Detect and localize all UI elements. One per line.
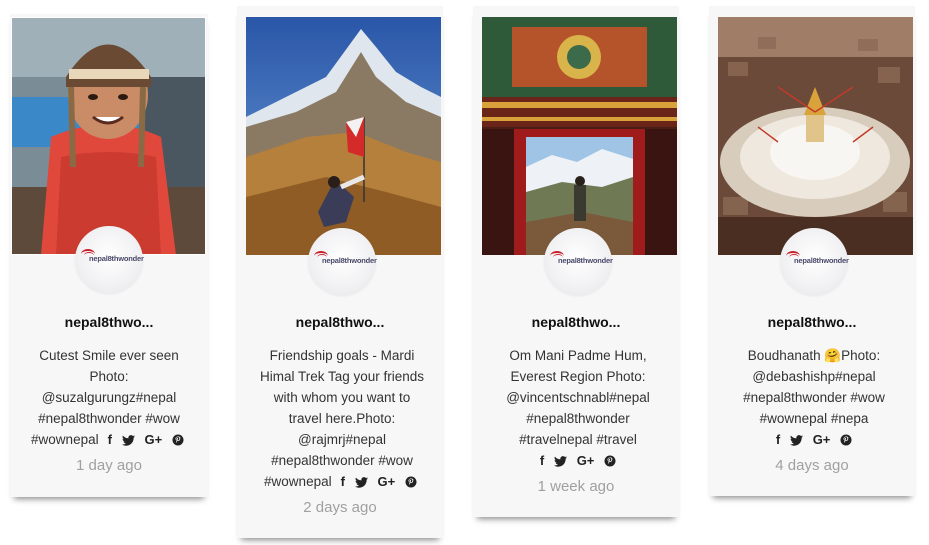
post-caption: Om Mani Padme Hum, Everest Region Photo:… [485, 345, 671, 471]
twitter-icon[interactable] [553, 450, 567, 471]
google-plus-icon[interactable]: G+ [813, 429, 831, 450]
pinterest-icon[interactable] [405, 471, 417, 492]
post-timestamp[interactable]: 1 day ago [10, 457, 208, 474]
post-photo[interactable] [482, 17, 677, 255]
account-avatar[interactable]: nepal8thwonder [75, 226, 144, 294]
facebook-icon[interactable]: f [540, 450, 544, 471]
username-link[interactable]: nepal8thwo... [709, 314, 915, 330]
monastery-photo [482, 17, 677, 255]
account-avatar[interactable]: nepal8thwonder [544, 228, 613, 296]
share-icons: f G+ [105, 429, 187, 450]
brand-logo: nepal8thwonder [550, 251, 613, 270]
google-plus-icon[interactable]: G+ [377, 471, 395, 492]
post-timestamp[interactable]: 1 week ago [473, 478, 679, 495]
share-icons: f G+ [338, 471, 420, 492]
post-timestamp[interactable]: 2 days ago [237, 499, 443, 516]
post-caption: Boudhanath 🤗Photo: @debashishp#nepal #ne… [721, 345, 907, 450]
pinterest-icon[interactable] [604, 450, 616, 471]
twitter-icon[interactable] [789, 429, 803, 450]
brand-logo: nepal8thwonder [314, 251, 377, 270]
pinterest-icon[interactable] [840, 429, 852, 450]
post-timestamp[interactable]: 4 days ago [709, 457, 915, 474]
account-avatar[interactable]: nepal8thwonder [780, 228, 849, 296]
facebook-icon[interactable]: f [108, 429, 112, 450]
pinterest-icon[interactable] [172, 429, 184, 450]
post-photo[interactable] [11, 17, 206, 255]
google-plus-icon[interactable]: G+ [144, 429, 162, 450]
twitter-icon[interactable] [354, 471, 368, 492]
brand-logo: nepal8thwonder [786, 251, 849, 270]
facebook-icon[interactable]: f [341, 471, 345, 492]
username-link[interactable]: nepal8thwo... [10, 314, 208, 330]
post-caption: Friendship goals - Mardi Himal Trek Tag … [249, 345, 435, 492]
twitter-icon[interactable] [121, 429, 135, 450]
facebook-icon[interactable]: f [776, 429, 780, 450]
account-avatar[interactable]: nepal8thwonder [308, 228, 377, 296]
mountain-photo [246, 17, 441, 255]
stupa-photo [718, 17, 913, 255]
post-card: nepal8thwonder nepal8thwo... Om Mani Pad… [473, 6, 679, 517]
share-icons: f G+ [773, 429, 855, 450]
post-card: nepal8thwonder nepal8thwo... Boudhanath … [709, 6, 915, 496]
post-card: nepal8thwonder nepal8thwo... Cutest Smil… [10, 14, 208, 497]
post-photo[interactable] [718, 17, 913, 255]
child-photo [11, 17, 206, 255]
post-caption: Cutest Smile ever seen Photo: @suzalguru… [20, 345, 198, 450]
google-plus-icon[interactable]: G+ [577, 450, 595, 471]
brand-logo: nepal8thwonder [81, 249, 144, 268]
username-link[interactable]: nepal8thwo... [473, 314, 679, 330]
username-link[interactable]: nepal8thwo... [237, 314, 443, 330]
post-card: nepal8thwonder nepal8thwo... Friendship … [237, 6, 443, 538]
share-icons: f G+ [537, 450, 619, 471]
post-photo[interactable] [246, 17, 441, 255]
